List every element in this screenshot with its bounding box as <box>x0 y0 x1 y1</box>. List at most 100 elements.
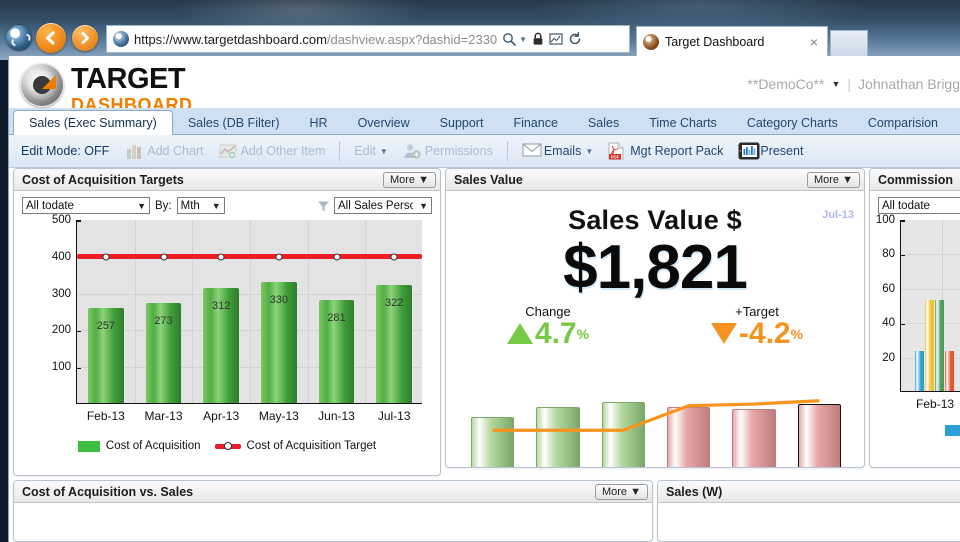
mgt-report-pack-label: Mgt Report Pack <box>630 144 724 158</box>
browser-chrome: https://www.targetdashboard.com/dashview… <box>0 0 960 60</box>
axis-line <box>460 467 850 468</box>
panel-title: Sales (W) <box>666 484 723 499</box>
tab-comparision[interactable]: Comparision <box>853 111 953 135</box>
y-axis-tick: 100 <box>52 361 82 373</box>
kpi-title: Sales Value $ <box>568 205 742 235</box>
triangle-down-icon <box>710 323 737 345</box>
tab-sales[interactable]: Sales <box>573 111 634 135</box>
period-filter-select[interactable]: All todate ▼ <box>878 197 960 214</box>
target-marker <box>275 253 283 261</box>
panel-title: Commission <box>878 172 954 187</box>
y-axis-tick: 40 <box>882 317 905 329</box>
more-button[interactable]: More ▼ <box>594 483 648 500</box>
gridline <box>134 220 136 403</box>
bar[interactable] <box>915 351 924 391</box>
chart-legend <box>870 425 960 436</box>
more-button[interactable]: More ▼ <box>382 171 436 188</box>
url-path: /dashview.aspx?dashid=2330 <box>326 31 498 47</box>
back-button[interactable] <box>36 23 66 53</box>
permissions-label: Permissions <box>424 144 493 158</box>
emails-button[interactable]: Emails ▼ <box>517 140 598 162</box>
bar[interactable]: 281 <box>318 299 355 403</box>
bar[interactable]: 322 <box>376 284 413 403</box>
kpi-period-label: Jul-13 <box>822 209 854 221</box>
refresh-icon[interactable] <box>568 32 582 46</box>
svg-text:PDF: PDF <box>611 154 620 159</box>
y-axis-tick: 300 <box>52 288 82 300</box>
browser-tab[interactable]: Target Dashboard × <box>636 26 828 56</box>
header-divider: | <box>847 76 852 92</box>
bar[interactable] <box>945 351 954 391</box>
bar[interactable]: 257 <box>87 308 124 403</box>
metric-change-value-row: 4.7 % <box>506 318 590 349</box>
legend-label: Cost of Acquisition <box>105 440 201 452</box>
chevron-down-icon[interactable]: ▼ <box>585 147 593 156</box>
new-tab-button[interactable] <box>830 30 868 56</box>
lock-icon <box>532 32 544 46</box>
chart-commission: 20 40 60 80 100 Feb-13 <box>870 214 960 436</box>
emails-label: Emails <box>543 144 582 158</box>
tab-support[interactable]: Support <box>425 111 499 135</box>
edit-mode-label[interactable]: Edit Mode: OFF <box>21 144 115 158</box>
filter-funnel-icon[interactable] <box>317 200 329 212</box>
url-text: https://www.targetdashboard.com/dashview… <box>134 32 497 47</box>
company-selector-label[interactable]: **DemoCo** <box>747 76 824 92</box>
legend-swatch <box>214 443 241 449</box>
mgt-report-pack-button[interactable]: PDF Mgt Report Pack <box>603 140 728 162</box>
filter-row: All todate ▼ By: Mth ▼ All Sales Person <box>14 191 440 216</box>
tab-sales-exec-summary[interactable]: Sales (Exec Summary) <box>13 110 173 136</box>
metric-change-unit: % <box>576 325 590 342</box>
y-axis-tick: 60 <box>882 283 905 295</box>
legend-swatch <box>77 440 100 452</box>
period-filter-select[interactable]: All todate ▼ <box>22 197 150 214</box>
kpi-metrics: Change 4.7 % +Target -4.2 % <box>446 304 864 349</box>
more-button[interactable]: More ▼ <box>806 171 860 188</box>
url-scheme-host: https://www.targetdashboard.com <box>134 31 327 47</box>
search-icon[interactable]: ▼ <box>502 32 527 47</box>
tab-hr[interactable]: HR <box>295 111 343 135</box>
app-header: TARGET DASHBOARD **DemoCo** ▼ | Johnatha… <box>9 56 960 114</box>
arrow-right-icon <box>81 32 89 44</box>
panel-body: All todate ▼ 20 40 60 80 100 Feb-13 <box>870 191 960 467</box>
bar-value-label: 281 <box>327 311 346 324</box>
chevron-down-icon[interactable]: ▼ <box>831 79 840 89</box>
filter-row: All todate ▼ <box>870 191 960 216</box>
close-icon[interactable]: × <box>807 34 821 50</box>
bar[interactable] <box>935 299 944 391</box>
target-marker <box>217 253 225 261</box>
compatibility-view-icon[interactable] <box>549 32 563 46</box>
present-button[interactable]: Present <box>733 140 808 162</box>
tab-time-charts[interactable]: Time Charts <box>634 111 732 135</box>
kpi-value: $1,821 <box>563 233 748 302</box>
bar[interactable]: 273 <box>145 302 182 403</box>
metric-target-unit: % <box>790 325 804 342</box>
address-bar[interactable]: https://www.targetdashboard.com/dashview… <box>106 25 630 53</box>
bar-value-label: 322 <box>384 296 404 309</box>
user-name[interactable]: Johnathan Brigg <box>858 76 960 92</box>
bar[interactable] <box>925 299 934 391</box>
forward-button[interactable] <box>72 25 98 51</box>
bar[interactable]: 312 <box>203 288 240 403</box>
sales-person-filter-select[interactable]: All Sales Person ▼ <box>334 197 432 214</box>
panel-coa-vs-sales: Cost of Acquisition vs. Sales More ▼ <box>13 480 653 542</box>
tab-sales-db-filter[interactable]: Sales (DB Filter) <box>173 111 295 135</box>
add-chart-button: Add Chart <box>120 140 208 162</box>
add-other-item-button: Add Other Item <box>214 140 331 162</box>
group-by-select[interactable]: Mth ▼ <box>176 197 225 214</box>
target-marker <box>333 253 340 261</box>
tab-finance[interactable]: Finance <box>498 111 572 135</box>
chart-cost-of-acquisition-targets: 100 200 300 400 500 257 Feb-13 273 Mar-13 312 Apr-… <box>14 214 440 452</box>
tab-category-charts[interactable]: Category Charts <box>732 111 853 135</box>
legend-item <box>945 425 960 436</box>
present-tablet-icon <box>738 142 760 160</box>
bar-value-label: 312 <box>211 300 231 313</box>
panel-body <box>14 503 652 541</box>
legend-item: Cost of Acquisition <box>77 440 201 452</box>
toolbar-divider <box>506 141 508 161</box>
period-filter-value: All todate <box>26 199 74 212</box>
tab-overview[interactable]: Overview <box>343 111 425 135</box>
chevron-down-icon: ▼ <box>379 146 388 156</box>
bar[interactable]: 330 <box>260 281 297 403</box>
gridline <box>307 220 309 403</box>
legend-item: Cost of Acquisition Target <box>214 440 376 452</box>
